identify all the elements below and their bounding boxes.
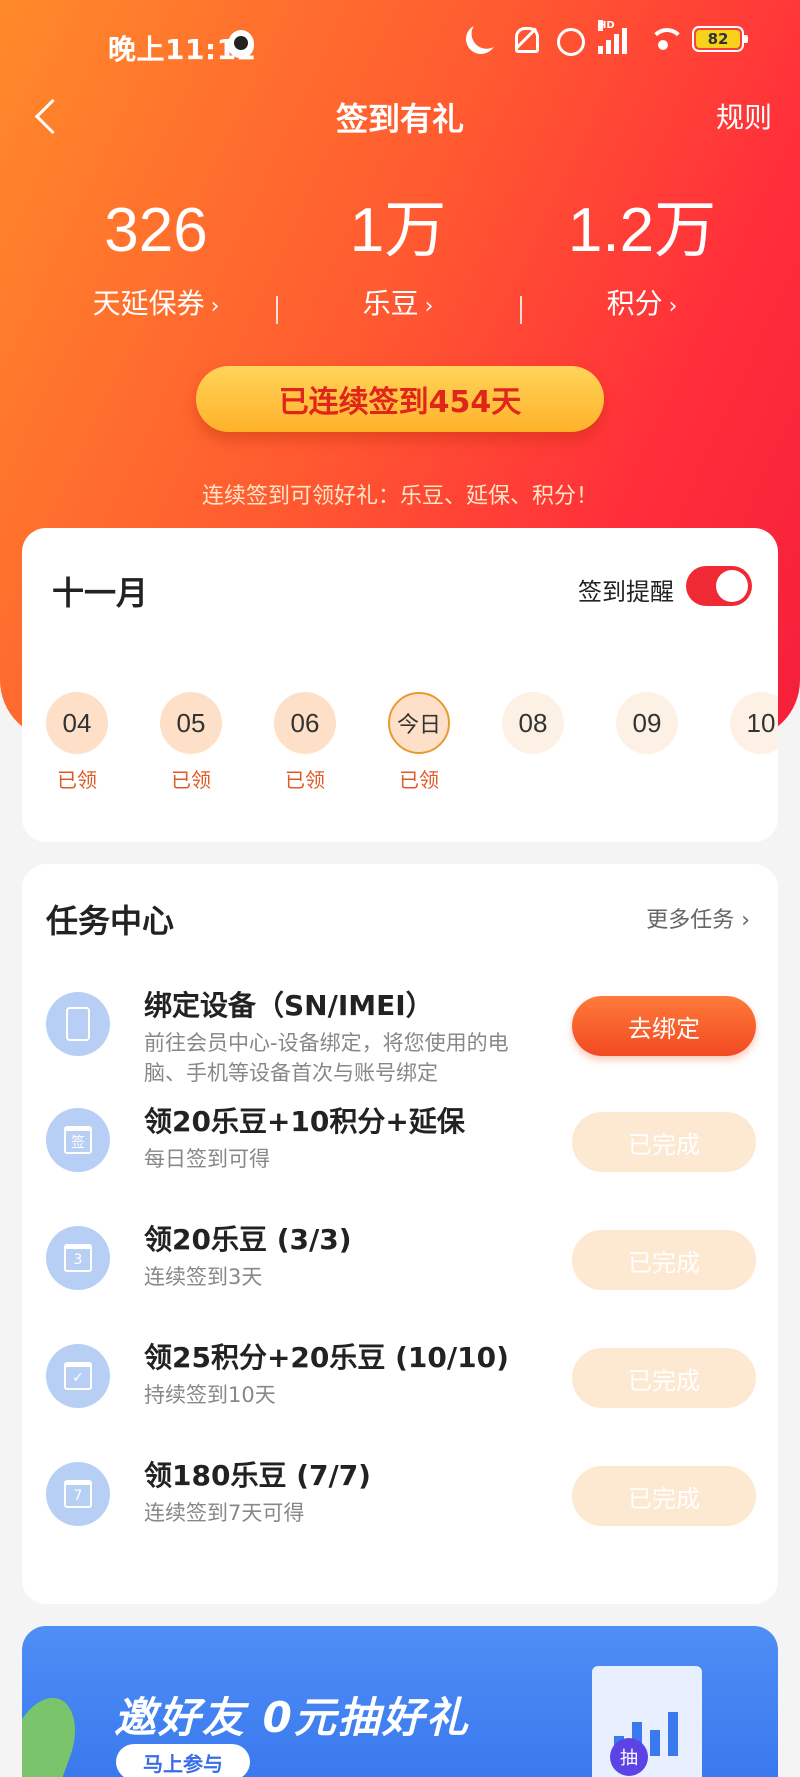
reminder-toggle[interactable] bbox=[686, 566, 752, 606]
completed-button[interactable]: 已完成 bbox=[572, 1466, 756, 1526]
task-name: 领25积分+20乐豆 (10/10) bbox=[144, 1341, 509, 1374]
bind-device-button[interactable]: 去绑定 bbox=[572, 996, 756, 1056]
join-now-button[interactable]: 马上参与 bbox=[116, 1744, 250, 1777]
invite-banner[interactable]: 邀好友 0元抽好礼 马上参与 抽 bbox=[22, 1626, 778, 1777]
task-name: 领20乐豆 (3/3) bbox=[144, 1223, 352, 1256]
day-status bbox=[502, 764, 564, 788]
day-status: 已领 bbox=[399, 768, 439, 792]
day-status: 已领 bbox=[57, 768, 97, 792]
task-name: 绑定设备（SN/IMEI） bbox=[144, 989, 434, 1022]
day-item[interactable]: 08 bbox=[502, 692, 564, 788]
day-circle: 08 bbox=[502, 692, 564, 754]
illustration-bar bbox=[650, 1730, 660, 1756]
hero-tip: 连续签到可领好礼：乐豆、延保、积分！ bbox=[201, 484, 598, 509]
chevron-right-icon: › bbox=[668, 294, 678, 319]
task-row: 3 领20乐豆 (3/3) 连续签到3天 已完成 bbox=[46, 1208, 756, 1308]
stat-label: 天延保券 › bbox=[92, 287, 220, 320]
signal-icon: HD bbox=[598, 20, 634, 54]
calendar-check-icon: ✓ bbox=[46, 1344, 110, 1408]
task-name: 领180乐豆 (7/7) bbox=[144, 1459, 371, 1492]
calendar-7-icon: 7 bbox=[46, 1462, 110, 1526]
stat-value: 1.2万 bbox=[567, 196, 717, 265]
task-row: ✓ 领25积分+20乐豆 (10/10) 持续签到10天 已完成 bbox=[46, 1326, 756, 1426]
calendar-card: 十一月 签到提醒 04 已领 05 已领 06 已领 今日 已领 08 09 1… bbox=[22, 528, 778, 842]
task-row: 7 领180乐豆 (7/7) 连续签到7天可得 已完成 bbox=[46, 1444, 756, 1544]
leaf-decoration bbox=[22, 1688, 88, 1777]
phone-icon bbox=[46, 992, 110, 1056]
day-status bbox=[616, 764, 678, 788]
stat-label: 乐豆 › bbox=[362, 287, 434, 320]
lottery-coin-icon: 抽 bbox=[610, 1738, 648, 1776]
stat-value: 1万 bbox=[349, 196, 447, 265]
chevron-right-icon: › bbox=[424, 294, 434, 319]
calendar-3-icon: 3 bbox=[46, 1226, 110, 1290]
calendar-glyph: 签 bbox=[64, 1126, 92, 1154]
toggle-knob bbox=[716, 570, 748, 602]
task-desc: 连续签到3天 bbox=[144, 1265, 263, 1289]
stat-points[interactable]: 1.2万 积分 › bbox=[522, 196, 762, 322]
day-circle: 05 bbox=[160, 692, 222, 754]
day-item[interactable]: 09 bbox=[616, 692, 678, 788]
more-tasks-link[interactable]: 更多任务 › bbox=[646, 902, 750, 934]
task-desc: 连续签到7天可得 bbox=[144, 1501, 305, 1525]
reminder-label: 签到提醒 bbox=[578, 578, 674, 606]
task-center-title: 任务中心 bbox=[46, 902, 175, 940]
day-status: 已领 bbox=[171, 768, 211, 792]
stat-label: 积分 › bbox=[606, 287, 678, 320]
day-circle: 09 bbox=[616, 692, 678, 754]
day-item[interactable]: 06 已领 bbox=[274, 692, 336, 792]
day-circle: 10 bbox=[730, 692, 778, 754]
day-item-today[interactable]: 今日 已领 bbox=[388, 692, 450, 792]
battery-level: 82 bbox=[696, 30, 740, 48]
day-circle: 04 bbox=[46, 692, 108, 754]
day-circle: 06 bbox=[274, 692, 336, 754]
calendar-glyph: 3 bbox=[64, 1244, 92, 1272]
page-title: 签到有礼 bbox=[335, 100, 464, 138]
day-status: 已领 bbox=[285, 768, 325, 792]
stats-row: 326 天延保券 › 1万 乐豆 › 1.2万 积分 › bbox=[0, 196, 800, 336]
day-item[interactable]: 05 已领 bbox=[160, 692, 222, 792]
streak-button[interactable]: 已连续签到454天 bbox=[196, 366, 604, 432]
qq-icon bbox=[228, 30, 254, 58]
day-circle: 今日 bbox=[388, 692, 450, 754]
day-status bbox=[730, 764, 778, 788]
calendar-glyph: 7 bbox=[64, 1480, 92, 1508]
hd-label: HD bbox=[598, 20, 615, 31]
task-desc: 前往会员中心-设备绑定，将您使用的电脑、手机等设备首次与账号绑定 bbox=[144, 1031, 509, 1085]
rules-link[interactable]: 规则 bbox=[716, 96, 772, 136]
task-desc: 持续签到10天 bbox=[144, 1383, 276, 1407]
task-desc: 每日签到可得 bbox=[144, 1147, 270, 1171]
status-bar: 晚上11:12 HD 82 bbox=[0, 0, 800, 88]
chevron-right-icon: › bbox=[210, 294, 220, 319]
completed-button[interactable]: 已完成 bbox=[572, 1230, 756, 1290]
task-row: 签 领20乐豆+10积分+延保 每日签到可得 已完成 bbox=[46, 1090, 756, 1190]
banner-title: 邀好友 0元抽好礼 bbox=[114, 1693, 470, 1742]
stat-ledou[interactable]: 1万 乐豆 › bbox=[278, 196, 518, 322]
calendar-sign-icon: 签 bbox=[46, 1108, 110, 1172]
alarm-icon bbox=[554, 24, 585, 56]
task-name: 领20乐豆+10积分+延保 bbox=[144, 1105, 465, 1138]
stat-warranty[interactable]: 326 天延保券 › bbox=[36, 196, 276, 322]
stat-value: 326 bbox=[104, 196, 208, 265]
status-icons: HD 82 bbox=[466, 20, 748, 56]
task-row: 绑定设备（SN/IMEI） 前往会员中心-设备绑定，将您使用的电脑、手机等设备首… bbox=[46, 974, 756, 1085]
calendar-glyph: ✓ bbox=[64, 1362, 92, 1390]
bell-muted-icon bbox=[510, 24, 540, 54]
day-strip: 04 已领 05 已领 06 已领 今日 已领 08 09 10 bbox=[46, 692, 778, 792]
day-item[interactable]: 04 已领 bbox=[46, 692, 108, 792]
calendar-month: 十一月 bbox=[52, 574, 149, 612]
nav-bar: 签到有礼 规则 bbox=[0, 84, 800, 164]
illustration-bar bbox=[668, 1712, 678, 1756]
wifi-icon bbox=[648, 24, 685, 54]
completed-button[interactable]: 已完成 bbox=[572, 1112, 756, 1172]
day-item[interactable]: 10 bbox=[730, 692, 778, 788]
task-center-card: 任务中心 更多任务 › 绑定设备（SN/IMEI） 前往会员中心-设备绑定，将您… bbox=[22, 864, 778, 1604]
battery-icon: 82 bbox=[692, 26, 748, 52]
completed-button[interactable]: 已完成 bbox=[572, 1348, 756, 1408]
moon-icon bbox=[462, 20, 500, 58]
phone-glyph bbox=[66, 1007, 90, 1041]
